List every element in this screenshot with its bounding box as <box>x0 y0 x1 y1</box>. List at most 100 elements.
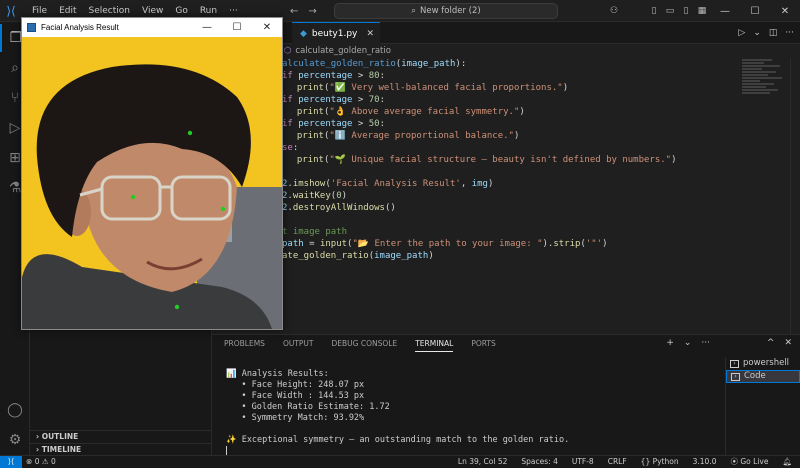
chevron-down-icon[interactable]: ⌄ <box>684 338 692 348</box>
cv-maximize-button[interactable]: ☐ <box>222 18 252 37</box>
maximize-panel-icon[interactable]: ^ <box>767 338 775 348</box>
code-token: = <box>303 239 320 249</box>
terminal-name: powershell <box>743 358 790 368</box>
tab-label: beuty1.py <box>311 28 358 39</box>
code-line: print("ℹ️ Average proportional balance."… <box>286 130 520 142</box>
new-terminal-icon[interactable]: + <box>666 338 674 348</box>
landmark-chin <box>174 304 180 310</box>
account-icon[interactable]: ◯ <box>0 396 30 424</box>
run-icon[interactable]: ▷ <box>738 28 745 38</box>
cv-window-titlebar[interactable]: Facial Analysis Result — ☐ ✕ <box>22 18 282 37</box>
timeline-label: TIMELINE <box>41 445 82 454</box>
code-line: ate_golden_ratio(image_path) <box>282 250 434 262</box>
code-token: percentage <box>298 119 353 129</box>
code-token: ) <box>562 83 569 93</box>
panel-actions: + ⌄ ··· <box>666 338 710 348</box>
code-token: : <box>292 143 299 153</box>
remote-indicator-icon[interactable]: ⟩⟨ <box>0 456 22 468</box>
tab-problems[interactable]: PROBLEMS <box>224 339 265 352</box>
terminal-item-powershell[interactable]: › powershell <box>726 357 800 370</box>
code-token: print <box>296 131 324 141</box>
error-count: 0 <box>34 457 40 466</box>
settings-gear-icon[interactable]: ⚙ <box>0 426 30 454</box>
code-token: path <box>282 239 304 249</box>
code-token: > <box>352 95 369 105</box>
code-line: 2.waitKey(0) <box>282 190 347 202</box>
toggle-sidebar-icon[interactable]: ▯ <box>646 6 662 16</box>
tab-ports[interactable]: PORTS <box>471 339 495 352</box>
close-button[interactable]: ✕ <box>770 6 800 17</box>
code-token: > <box>352 119 369 129</box>
terminal-name: Code <box>744 371 766 381</box>
more-actions-icon[interactable]: ··· <box>785 28 794 38</box>
outline-label: OUTLINE <box>41 432 79 441</box>
toggle-panel-icon[interactable]: ▭ <box>662 6 678 16</box>
code-line: alculate_golden_ratio(image_path): <box>282 58 466 70</box>
code-token: ): <box>455 59 467 69</box>
indentation[interactable]: Spaces: 4 <box>521 456 557 468</box>
language-mode[interactable]: {} Python <box>641 456 679 468</box>
code-token: alculate_golden_ratio <box>282 59 396 69</box>
code-token: if <box>282 95 299 105</box>
code-token: imshow <box>292 179 326 189</box>
facial-analysis-window[interactable]: Facial Analysis Result — ☐ ✕ <box>21 17 283 330</box>
close-panel-icon[interactable]: ✕ <box>784 338 792 348</box>
code-line: t image path <box>282 226 347 238</box>
code-line: print("🌱 Unique facial structure — beaut… <box>286 154 677 166</box>
layout-icon[interactable]: ▦ <box>694 6 710 16</box>
terminal-item-code[interactable]: › Code <box>726 370 800 383</box>
code-line: if percentage > 80: <box>282 70 385 82</box>
more-actions-icon[interactable]: ··· <box>701 338 710 348</box>
analysis-photo <box>22 37 282 329</box>
split-editor-icon[interactable]: ◫ <box>769 28 778 38</box>
go-live-button[interactable]: ⦿ Go Live <box>730 456 768 468</box>
command-center-search[interactable]: ⌕ New folder (2) <box>334 3 558 19</box>
go-live-label: Go Live <box>740 457 769 466</box>
tab-output[interactable]: OUTPUT <box>283 339 314 352</box>
code-token: "📂 Enter the path to your image: " <box>352 239 543 249</box>
terminal-line: ✨ Exceptional symmetry — an outstanding … <box>226 435 570 445</box>
chevron-down-icon[interactable]: ⌄ <box>753 28 761 38</box>
minimize-button[interactable]: — <box>710 6 740 17</box>
tab-terminal[interactable]: TERMINAL <box>415 339 454 352</box>
cv-window-title: Facial Analysis Result <box>41 23 119 32</box>
code-token: ). <box>542 239 554 249</box>
maximize-button[interactable]: ☐ <box>740 6 770 17</box>
terminal-output[interactable]: 📊 Analysis Results: • Face Height: 248.0… <box>226 369 722 457</box>
code-token: () <box>384 203 396 213</box>
problems-status[interactable]: ⊗ 0 ⚠ 0 <box>26 456 56 468</box>
minimap[interactable] <box>742 58 788 118</box>
back-arrow-icon[interactable]: ← <box>290 6 298 17</box>
cursor-position[interactable]: Ln 39, Col 52 <box>458 456 507 468</box>
cv-minimize-button[interactable]: — <box>192 18 222 37</box>
close-tab-icon[interactable]: ✕ <box>366 29 374 39</box>
code-token: > <box>352 71 369 81</box>
code-token: 50 <box>368 119 380 129</box>
code-token: 80 <box>368 71 380 81</box>
code-token: , <box>460 179 472 189</box>
app-icon <box>27 23 36 32</box>
tab-debug-console[interactable]: DEBUG CONSOLE <box>332 339 398 352</box>
eol[interactable]: CRLF <box>608 456 627 468</box>
outline-section[interactable]: › OUTLINE <box>30 430 212 443</box>
notifications-bell-icon[interactable]: 🔔︎ <box>782 456 792 468</box>
breadcrumb-item[interactable]: calculate_golden_ratio <box>295 46 391 56</box>
encoding[interactable]: UTF-8 <box>572 456 594 468</box>
code-token: ) <box>428 251 434 261</box>
code-token: percentage <box>298 95 353 105</box>
tab-beuty1-py[interactable]: ◆ beuty1.py ✕ <box>292 22 380 44</box>
portrait-illustration <box>22 37 282 329</box>
terminal-icon: › <box>730 359 739 368</box>
code-editor[interactable]: alculate_golden_ratio(image_path): if per… <box>212 58 742 334</box>
toggle-secondary-sidebar-icon[interactable]: ▯ <box>678 6 694 16</box>
cv-close-button[interactable]: ✕ <box>252 18 282 37</box>
function-icon: ⬡ <box>284 46 292 56</box>
code-token: "👌 Above average facial symmetry." <box>329 107 520 117</box>
python-version[interactable]: 3.10.0 <box>693 456 717 468</box>
editor-scrollbar[interactable] <box>790 58 800 334</box>
forward-arrow-icon[interactable]: → <box>308 6 316 17</box>
copilot-icon[interactable]: ⚇ <box>606 6 622 16</box>
code-line: print("👌 Above average facial symmetry."… <box>286 106 525 118</box>
